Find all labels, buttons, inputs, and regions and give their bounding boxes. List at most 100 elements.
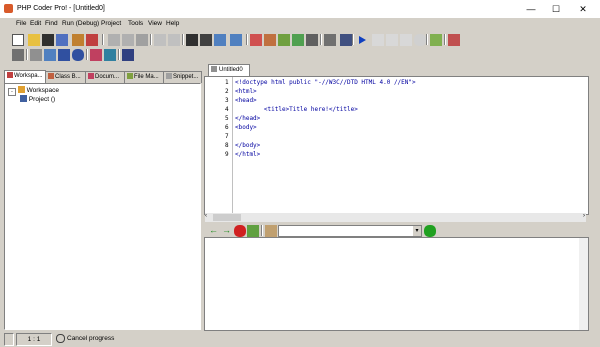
step-out-icon[interactable] xyxy=(400,34,412,46)
tree-child-label: Project () xyxy=(28,96,56,103)
line-number: 5 xyxy=(225,115,229,122)
output-toolbar: ← → ▾ xyxy=(208,224,438,238)
tools-icon[interactable] xyxy=(30,49,42,61)
menu-tools[interactable]: Tools xyxy=(128,20,143,27)
menu-project[interactable]: Project xyxy=(101,20,121,27)
disc-icon[interactable] xyxy=(72,49,84,61)
find-icon[interactable] xyxy=(186,34,198,46)
home-icon[interactable] xyxy=(265,225,277,237)
menu-view[interactable]: View xyxy=(148,20,162,27)
forward-arrow-icon[interactable]: → xyxy=(221,225,233,237)
menu-run-debug[interactable]: Run (Debug) xyxy=(62,20,99,27)
tab-class-browser[interactable]: Class B... xyxy=(45,71,86,83)
step-into-icon[interactable] xyxy=(372,34,384,46)
snippets-icon xyxy=(166,73,172,79)
open-project-icon[interactable] xyxy=(86,34,98,46)
code-line: </html> xyxy=(235,151,261,158)
tab-documents[interactable]: Docum... xyxy=(85,71,125,83)
cancel-icon[interactable] xyxy=(56,333,65,344)
refresh-icon[interactable] xyxy=(247,225,259,237)
tab-file-manager[interactable]: File Ma... xyxy=(124,71,164,83)
edit-pen-icon[interactable] xyxy=(90,49,102,61)
books-icon[interactable] xyxy=(264,34,276,46)
line-number: 7 xyxy=(225,133,229,140)
tab-class-browser-label: Class B... xyxy=(55,74,81,80)
scroll-right-icon[interactable]: › xyxy=(583,213,585,219)
font-icon[interactable] xyxy=(122,49,134,61)
menu-edit[interactable]: Edit xyxy=(30,20,41,27)
status-bar: 1 : 1 Cancel progress xyxy=(0,331,600,347)
camera-icon[interactable] xyxy=(324,34,336,46)
step-over-icon[interactable] xyxy=(386,34,398,46)
scroll-left-icon[interactable]: ‹ xyxy=(205,213,207,219)
line-number: 3 xyxy=(225,97,229,104)
line-number: 8 xyxy=(225,142,229,149)
vertical-scrollbar[interactable] xyxy=(579,238,588,330)
menu-file[interactable]: File xyxy=(16,20,26,27)
separator xyxy=(261,225,263,236)
chevron-down-icon[interactable]: ▾ xyxy=(413,226,421,236)
pin-icon[interactable] xyxy=(12,49,24,61)
scroll-thumb[interactable] xyxy=(213,214,241,221)
menu-help[interactable]: Help xyxy=(166,20,179,27)
code-line: <head> xyxy=(235,97,257,104)
horizontal-scrollbar[interactable]: ‹ › xyxy=(205,213,586,222)
minimize-button[interactable]: — xyxy=(520,2,542,16)
save-icon[interactable] xyxy=(42,34,54,46)
tab-snippets[interactable]: Snippet... xyxy=(163,71,202,83)
back-arrow-icon[interactable]: ← xyxy=(208,225,220,237)
line-number: 2 xyxy=(225,88,229,95)
cut-icon[interactable] xyxy=(108,34,120,46)
close-button[interactable]: ✕ xyxy=(572,2,594,16)
replace-icon[interactable] xyxy=(214,34,226,46)
code-line: <title>Title here!</title> xyxy=(235,106,358,113)
separator xyxy=(426,34,428,45)
save-all-icon[interactable] xyxy=(56,34,68,46)
tab-untitled0[interactable]: Untitled0 xyxy=(208,64,250,76)
separator xyxy=(150,34,152,45)
maximize-button[interactable]: ☐ xyxy=(545,2,567,16)
tree-item-project[interactable]: Project () xyxy=(20,95,55,103)
stop-circle-icon[interactable] xyxy=(234,225,246,237)
undo-icon[interactable] xyxy=(154,34,166,46)
tab-workspace[interactable]: Workspa... xyxy=(4,70,46,83)
new-file-icon[interactable] xyxy=(12,34,24,46)
status-message: Cancel progress xyxy=(67,335,115,342)
grid-table-icon[interactable] xyxy=(44,49,56,61)
link-icon[interactable] xyxy=(448,34,460,46)
menu-find[interactable]: Find xyxy=(45,20,58,27)
separator xyxy=(26,49,28,60)
go-icon[interactable] xyxy=(424,225,436,237)
url-input[interactable]: ▾ xyxy=(278,225,422,237)
code-line: </body> xyxy=(235,142,261,149)
separator xyxy=(246,34,248,45)
collapse-toggle-icon[interactable]: - xyxy=(8,88,16,96)
cursor-position: 1 : 1 xyxy=(16,333,52,346)
copy-icon[interactable] xyxy=(122,34,134,46)
form-icon[interactable] xyxy=(58,49,70,61)
code-editor[interactable]: 1 2 3 4 5 6 7 8 9 <!doctype html public … xyxy=(204,76,589,215)
project-icon xyxy=(20,95,27,102)
paste-icon[interactable] xyxy=(136,34,148,46)
separator xyxy=(86,49,88,60)
debug-settings-icon[interactable] xyxy=(340,34,352,46)
book-icon[interactable] xyxy=(250,34,262,46)
workspace-panel xyxy=(4,83,201,330)
goto-line-icon[interactable] xyxy=(230,34,242,46)
grid-icon[interactable] xyxy=(306,34,318,46)
open-folder-icon[interactable] xyxy=(28,34,40,46)
preview-pane[interactable] xyxy=(204,237,589,331)
print-icon[interactable] xyxy=(72,34,84,46)
validate-icon[interactable] xyxy=(292,34,304,46)
line-number: 1 xyxy=(225,79,229,86)
syntax-check-icon[interactable] xyxy=(430,34,442,46)
code-line: </head> xyxy=(235,115,261,122)
stop-icon[interactable] xyxy=(414,34,426,46)
redo-icon[interactable] xyxy=(168,34,180,46)
find-next-icon[interactable] xyxy=(200,34,212,46)
menu-bar: File Edit Find Run (Debug) Project Tools… xyxy=(0,19,600,31)
code-line: <body> xyxy=(235,124,257,131)
run-icon[interactable] xyxy=(356,34,368,46)
check-doc-icon[interactable] xyxy=(278,34,290,46)
monitor-icon[interactable] xyxy=(104,49,116,61)
